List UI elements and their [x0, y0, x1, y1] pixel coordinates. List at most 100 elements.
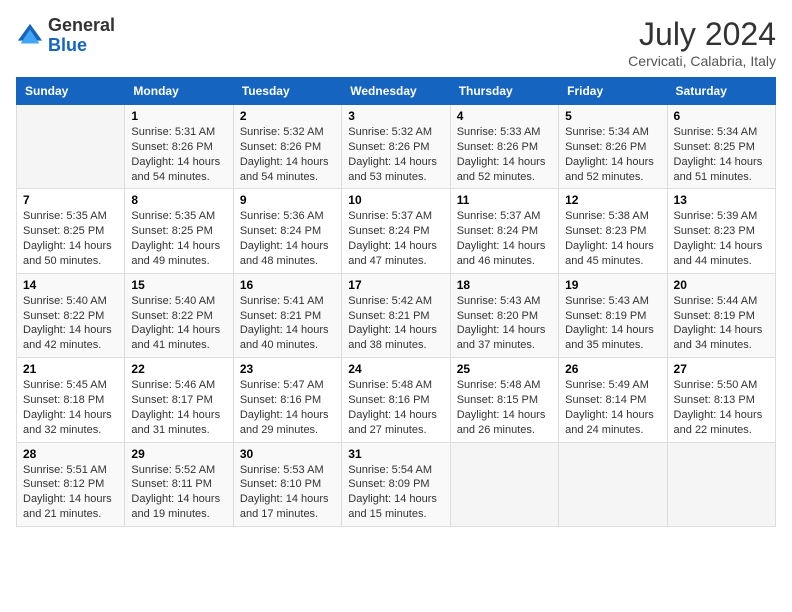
calendar-cell: 4 Sunrise: 5:33 AMSunset: 8:26 PMDayligh… [450, 105, 558, 189]
header-monday: Monday [125, 78, 233, 105]
header-row: SundayMondayTuesdayWednesdayThursdayFrid… [17, 78, 776, 105]
day-number: 22 [131, 362, 226, 376]
day-number: 27 [674, 362, 769, 376]
calendar-cell: 12 Sunrise: 5:38 AMSunset: 8:23 PMDaylig… [559, 189, 667, 273]
cell-info: Sunrise: 5:31 AMSunset: 8:26 PMDaylight:… [131, 126, 220, 183]
week-row-3: 21 Sunrise: 5:45 AMSunset: 8:18 PMDaylig… [17, 358, 776, 442]
cell-info: Sunrise: 5:43 AMSunset: 8:19 PMDaylight:… [565, 295, 654, 352]
cell-info: Sunrise: 5:35 AMSunset: 8:25 PMDaylight:… [23, 210, 112, 267]
title-section: July 2024 Cervicati, Calabria, Italy [628, 16, 776, 69]
logo-general: General [48, 15, 115, 35]
day-number: 19 [565, 278, 660, 292]
cell-info: Sunrise: 5:35 AMSunset: 8:25 PMDaylight:… [131, 210, 220, 267]
calendar-cell: 1 Sunrise: 5:31 AMSunset: 8:26 PMDayligh… [125, 105, 233, 189]
header-wednesday: Wednesday [342, 78, 450, 105]
calendar-cell: 5 Sunrise: 5:34 AMSunset: 8:26 PMDayligh… [559, 105, 667, 189]
cell-info: Sunrise: 5:52 AMSunset: 8:11 PMDaylight:… [131, 464, 220, 521]
day-number: 13 [674, 193, 769, 207]
header-thursday: Thursday [450, 78, 558, 105]
cell-info: Sunrise: 5:37 AMSunset: 8:24 PMDaylight:… [457, 210, 546, 267]
cell-info: Sunrise: 5:37 AMSunset: 8:24 PMDaylight:… [348, 210, 437, 267]
day-number: 26 [565, 362, 660, 376]
logo-text: General Blue [48, 16, 115, 56]
day-number: 8 [131, 193, 226, 207]
calendar-cell: 29 Sunrise: 5:52 AMSunset: 8:11 PMDaylig… [125, 442, 233, 526]
day-number: 23 [240, 362, 335, 376]
day-number: 30 [240, 447, 335, 461]
calendar-cell [450, 442, 558, 526]
day-number: 12 [565, 193, 660, 207]
cell-info: Sunrise: 5:43 AMSunset: 8:20 PMDaylight:… [457, 295, 546, 352]
cell-info: Sunrise: 5:53 AMSunset: 8:10 PMDaylight:… [240, 464, 329, 521]
day-number: 21 [23, 362, 118, 376]
calendar-cell: 3 Sunrise: 5:32 AMSunset: 8:26 PMDayligh… [342, 105, 450, 189]
cell-info: Sunrise: 5:40 AMSunset: 8:22 PMDaylight:… [131, 295, 220, 352]
header-friday: Friday [559, 78, 667, 105]
calendar-cell [667, 442, 775, 526]
month-year: July 2024 [628, 16, 776, 53]
calendar-cell: 22 Sunrise: 5:46 AMSunset: 8:17 PMDaylig… [125, 358, 233, 442]
cell-info: Sunrise: 5:48 AMSunset: 8:15 PMDaylight:… [457, 379, 546, 436]
logo-icon [16, 22, 44, 50]
day-number: 3 [348, 109, 443, 123]
day-number: 4 [457, 109, 552, 123]
day-number: 6 [674, 109, 769, 123]
page-header: General Blue July 2024 Cervicati, Calabr… [16, 16, 776, 69]
calendar-cell: 8 Sunrise: 5:35 AMSunset: 8:25 PMDayligh… [125, 189, 233, 273]
calendar-cell [17, 105, 125, 189]
cell-info: Sunrise: 5:54 AMSunset: 8:09 PMDaylight:… [348, 464, 437, 521]
day-number: 28 [23, 447, 118, 461]
cell-info: Sunrise: 5:34 AMSunset: 8:25 PMDaylight:… [674, 126, 763, 183]
calendar-cell: 20 Sunrise: 5:44 AMSunset: 8:19 PMDaylig… [667, 273, 775, 357]
calendar-cell: 14 Sunrise: 5:40 AMSunset: 8:22 PMDaylig… [17, 273, 125, 357]
day-number: 15 [131, 278, 226, 292]
calendar-cell: 17 Sunrise: 5:42 AMSunset: 8:21 PMDaylig… [342, 273, 450, 357]
day-number: 16 [240, 278, 335, 292]
cell-info: Sunrise: 5:33 AMSunset: 8:26 PMDaylight:… [457, 126, 546, 183]
day-number: 7 [23, 193, 118, 207]
cell-info: Sunrise: 5:40 AMSunset: 8:22 PMDaylight:… [23, 295, 112, 352]
calendar-cell: 11 Sunrise: 5:37 AMSunset: 8:24 PMDaylig… [450, 189, 558, 273]
week-row-2: 14 Sunrise: 5:40 AMSunset: 8:22 PMDaylig… [17, 273, 776, 357]
calendar-cell: 2 Sunrise: 5:32 AMSunset: 8:26 PMDayligh… [233, 105, 341, 189]
cell-info: Sunrise: 5:39 AMSunset: 8:23 PMDaylight:… [674, 210, 763, 267]
cell-info: Sunrise: 5:44 AMSunset: 8:19 PMDaylight:… [674, 295, 763, 352]
calendar-cell [559, 442, 667, 526]
calendar-cell: 23 Sunrise: 5:47 AMSunset: 8:16 PMDaylig… [233, 358, 341, 442]
week-row-1: 7 Sunrise: 5:35 AMSunset: 8:25 PMDayligh… [17, 189, 776, 273]
day-number: 29 [131, 447, 226, 461]
calendar-cell: 28 Sunrise: 5:51 AMSunset: 8:12 PMDaylig… [17, 442, 125, 526]
day-number: 20 [674, 278, 769, 292]
day-number: 9 [240, 193, 335, 207]
logo-blue: Blue [48, 35, 87, 55]
calendar-cell: 18 Sunrise: 5:43 AMSunset: 8:20 PMDaylig… [450, 273, 558, 357]
calendar-cell: 10 Sunrise: 5:37 AMSunset: 8:24 PMDaylig… [342, 189, 450, 273]
calendar-cell: 30 Sunrise: 5:53 AMSunset: 8:10 PMDaylig… [233, 442, 341, 526]
week-row-4: 28 Sunrise: 5:51 AMSunset: 8:12 PMDaylig… [17, 442, 776, 526]
day-number: 2 [240, 109, 335, 123]
calendar-cell: 25 Sunrise: 5:48 AMSunset: 8:15 PMDaylig… [450, 358, 558, 442]
week-row-0: 1 Sunrise: 5:31 AMSunset: 8:26 PMDayligh… [17, 105, 776, 189]
cell-info: Sunrise: 5:45 AMSunset: 8:18 PMDaylight:… [23, 379, 112, 436]
calendar-cell: 16 Sunrise: 5:41 AMSunset: 8:21 PMDaylig… [233, 273, 341, 357]
day-number: 31 [348, 447, 443, 461]
header-sunday: Sunday [17, 78, 125, 105]
header-saturday: Saturday [667, 78, 775, 105]
calendar-cell: 21 Sunrise: 5:45 AMSunset: 8:18 PMDaylig… [17, 358, 125, 442]
cell-info: Sunrise: 5:34 AMSunset: 8:26 PMDaylight:… [565, 126, 654, 183]
day-number: 25 [457, 362, 552, 376]
cell-info: Sunrise: 5:50 AMSunset: 8:13 PMDaylight:… [674, 379, 763, 436]
cell-info: Sunrise: 5:46 AMSunset: 8:17 PMDaylight:… [131, 379, 220, 436]
day-number: 10 [348, 193, 443, 207]
logo: General Blue [16, 16, 115, 56]
day-number: 18 [457, 278, 552, 292]
cell-info: Sunrise: 5:42 AMSunset: 8:21 PMDaylight:… [348, 295, 437, 352]
calendar-table: SundayMondayTuesdayWednesdayThursdayFrid… [16, 77, 776, 527]
day-number: 1 [131, 109, 226, 123]
calendar-cell: 6 Sunrise: 5:34 AMSunset: 8:25 PMDayligh… [667, 105, 775, 189]
calendar-cell: 26 Sunrise: 5:49 AMSunset: 8:14 PMDaylig… [559, 358, 667, 442]
cell-info: Sunrise: 5:47 AMSunset: 8:16 PMDaylight:… [240, 379, 329, 436]
day-number: 5 [565, 109, 660, 123]
calendar-cell: 15 Sunrise: 5:40 AMSunset: 8:22 PMDaylig… [125, 273, 233, 357]
calendar-cell: 19 Sunrise: 5:43 AMSunset: 8:19 PMDaylig… [559, 273, 667, 357]
